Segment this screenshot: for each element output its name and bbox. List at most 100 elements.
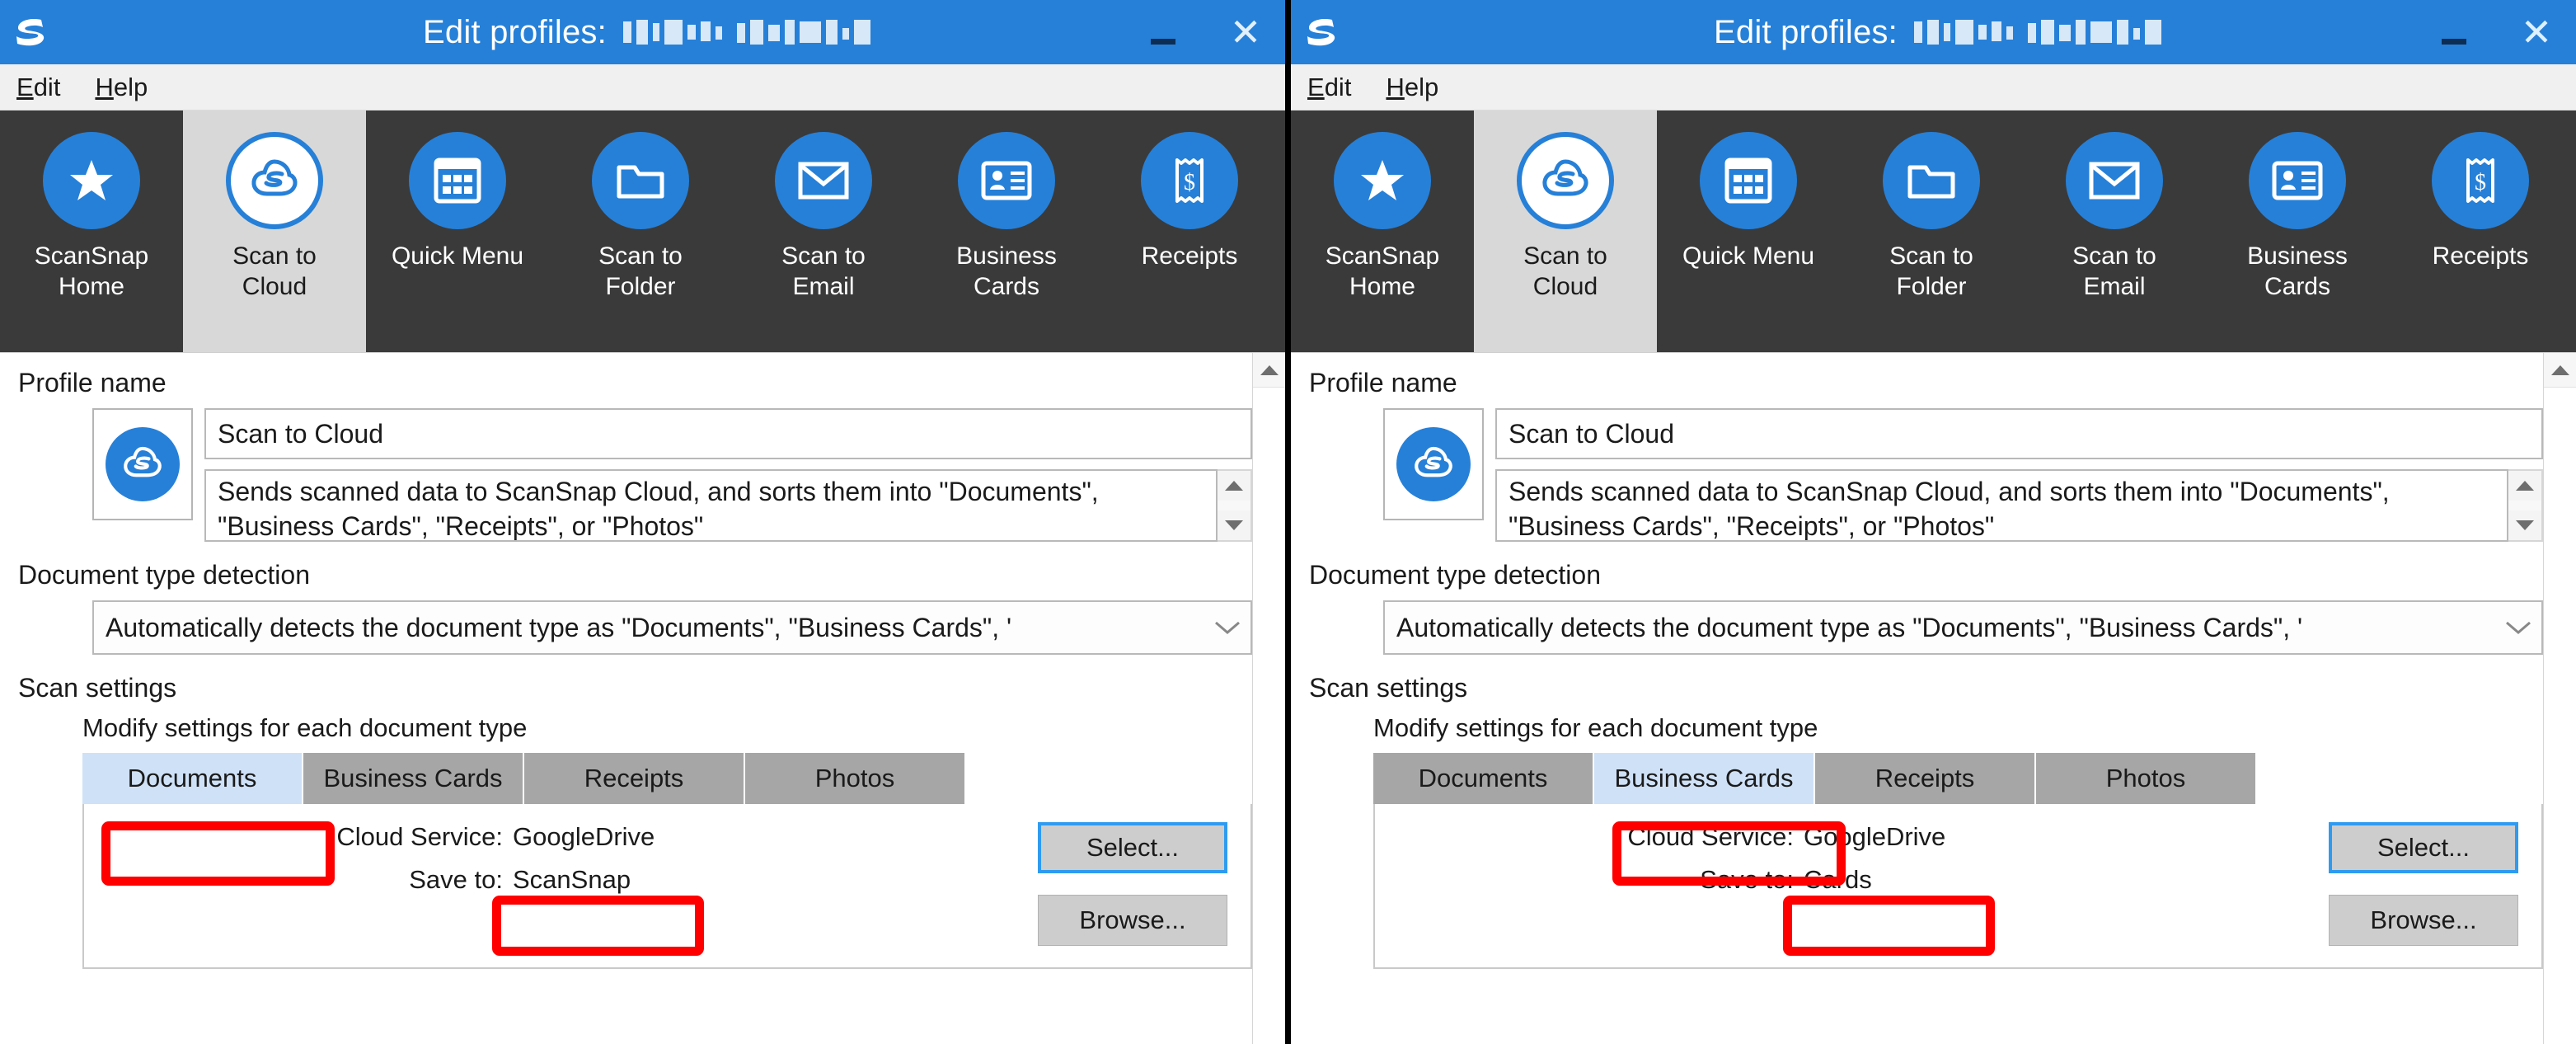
tab-photos[interactable]: Photos (2036, 753, 2257, 804)
scan-settings-inner: Modify settings for each document type D… (18, 713, 1252, 969)
toolbar-item-quick-menu[interactable]: Quick Menu (366, 111, 549, 352)
tab-business-cards[interactable]: Business Cards (303, 753, 524, 804)
toolbar-item-scan-to-cloud[interactable]: Scan to Cloud (1474, 111, 1657, 352)
toolbar-item-label: Business Cards (2247, 242, 2348, 300)
toolbar-item-label: Business Cards (956, 242, 1057, 300)
grid-icon (1700, 132, 1797, 229)
tab-documents[interactable]: Documents (82, 753, 303, 804)
folder-icon (592, 132, 689, 229)
id-card-icon (2249, 132, 2346, 229)
profile-name-section-label: Profile name (18, 368, 167, 397)
scansnap-logo-icon (0, 0, 61, 64)
tab-receipts[interactable]: Receipts (1815, 753, 2036, 804)
description-scrollbar[interactable] (1218, 469, 1252, 542)
window-right: Edit profiles: ✕ Edit Help ScanSnap Home… (1291, 0, 2576, 1044)
toolbar-item-business-cards[interactable]: Business Cards (915, 111, 1098, 352)
tab-photos[interactable]: Photos (745, 753, 966, 804)
star-icon (43, 132, 140, 229)
profile-name-input[interactable]: Scan to Cloud (1495, 408, 2543, 459)
toolbar-item-receipts[interactable]: $ Receipts (2389, 111, 2572, 352)
menu-item-help[interactable]: Help (1386, 73, 1438, 102)
profile-fields: Scan to Cloud Sends scanned data to Scan… (1495, 408, 2543, 542)
toolbar-item-quick-menu[interactable]: Quick Menu (1657, 111, 1840, 352)
window-title: Edit profiles: (61, 14, 1140, 51)
grid-icon (409, 132, 506, 229)
scroll-up-icon[interactable] (1218, 471, 1250, 501)
toolbar-item-scan-to-email[interactable]: Scan to Email (732, 111, 915, 352)
tab-panel-buttons: Select... Browse... (2329, 822, 2518, 946)
save-to-value: ScanSnap (513, 865, 631, 894)
modify-settings-label: Modify settings for each document type (1373, 713, 1818, 742)
toolbar-item-scan-to-email[interactable]: Scan to Email (2023, 111, 2206, 352)
close-icon[interactable]: ✕ (2513, 7, 2560, 57)
content-scrollbar[interactable] (2543, 353, 2576, 1044)
id-card-icon (958, 132, 1055, 229)
toolbar-item-scansnap-home[interactable]: ScanSnap Home (0, 111, 183, 352)
title-bar: Edit profiles: ✕ (0, 0, 1285, 64)
toolbar-item-label: Scan to Cloud (232, 242, 317, 300)
profile-name-row: Scan to Cloud Sends scanned data to Scan… (1309, 408, 2543, 542)
scroll-up-icon[interactable] (1253, 353, 1285, 388)
toolbar-item-label: Scan to Folder (1889, 242, 1973, 300)
scroll-down-icon[interactable] (1218, 510, 1250, 540)
star-icon (1334, 132, 1431, 229)
document-type-detection-block: Document type detection Automatically de… (1309, 560, 2543, 655)
scan-settings-block: Scan settings Modify settings for each d… (18, 673, 1252, 969)
modify-settings-label: Modify settings for each document type (82, 713, 528, 742)
envelope-icon (2066, 132, 2163, 229)
minimize-button[interactable] (2431, 7, 2477, 57)
menu-item-help[interactable]: Help (95, 73, 148, 102)
profile-description-input[interactable]: Sends scanned data to ScanSnap Cloud, an… (1495, 469, 2508, 542)
window-left: Edit profiles: ✕ Edit Help ScanSnap Home… (0, 0, 1285, 1044)
redacted-profile-name (1912, 18, 2168, 46)
title-bar: Edit profiles: ✕ (1291, 0, 2576, 64)
toolbar-item-scan-to-cloud[interactable]: Scan to Cloud (183, 111, 366, 352)
profile-toolbar: ScanSnap Home Scan to Cloud Quick Menu S… (1291, 111, 2576, 352)
toolbar-item-label: Scan to Email (2072, 242, 2156, 300)
tab-panel-buttons: Select... Browse... (1038, 822, 1227, 946)
minimize-button[interactable] (1140, 7, 1186, 57)
tab-receipts[interactable]: Receipts (524, 753, 745, 804)
svg-text:$: $ (2475, 170, 2486, 195)
cloud-s-icon (106, 427, 180, 501)
toolbar-item-business-cards[interactable]: Business Cards (2206, 111, 2389, 352)
tab-documents[interactable]: Documents (1373, 753, 1594, 804)
scroll-up-icon[interactable] (2544, 353, 2576, 388)
scan-settings-inner: Modify settings for each document type D… (1309, 713, 2543, 969)
cloud-service-value: GoogleDrive (513, 822, 655, 851)
profile-content: Profile name Scan to Cloud Sends scanned… (1291, 353, 2543, 1044)
menu-bar: Edit Help (1291, 64, 2576, 111)
toolbar-item-scansnap-home[interactable]: ScanSnap Home (1291, 111, 1474, 352)
content-scrollbar[interactable] (1252, 353, 1285, 1044)
profile-thumbnail (1383, 408, 1484, 520)
description-scrollbar[interactable] (2508, 469, 2543, 542)
save-to-value: Cards (1804, 865, 1872, 894)
window-controls: ✕ (2431, 0, 2576, 64)
cloud-service-label: Cloud Service: (336, 822, 503, 851)
profile-description-wrap: Sends scanned data to ScanSnap Cloud, an… (204, 469, 1252, 542)
document-type-detection-label: Document type detection (18, 560, 310, 590)
document-type-detection-select[interactable]: Automatically detects the document type … (1383, 600, 2543, 655)
browse-button[interactable]: Browse... (1038, 895, 1227, 946)
toolbar-item-label: Scan to Email (781, 242, 866, 300)
document-type-detection-value: Automatically detects the document type … (106, 612, 1012, 642)
profile-name-input[interactable]: Scan to Cloud (204, 408, 1252, 459)
toolbar-item-label: ScanSnap Home (34, 242, 149, 300)
tab-business-cards[interactable]: Business Cards (1594, 753, 1815, 804)
select-button[interactable]: Select... (2329, 822, 2518, 873)
scroll-up-icon[interactable] (2508, 471, 2541, 501)
close-icon[interactable]: ✕ (1222, 7, 1269, 57)
menu-item-edit[interactable]: EEditdit (16, 73, 60, 102)
window-title-prefix: Edit profiles: (1714, 13, 1898, 50)
toolbar-item-scan-to-folder[interactable]: Scan to Folder (1840, 111, 2023, 352)
toolbar-item-scan-to-folder[interactable]: Scan to Folder (549, 111, 732, 352)
document-type-detection-select[interactable]: Automatically detects the document type … (92, 600, 1252, 655)
browse-button[interactable]: Browse... (2329, 895, 2518, 946)
profile-description-input[interactable]: Sends scanned data to ScanSnap Cloud, an… (204, 469, 1218, 542)
scroll-down-icon[interactable] (2508, 510, 2541, 540)
document-type-detection-value: Automatically detects the document type … (1396, 612, 2303, 642)
toolbar-item-receipts[interactable]: $ Receipts (1098, 111, 1281, 352)
menu-item-edit[interactable]: Edit (1307, 73, 1351, 102)
select-button[interactable]: Select... (1038, 822, 1227, 873)
toolbar-item-label: ScanSnap Home (1325, 242, 1440, 300)
